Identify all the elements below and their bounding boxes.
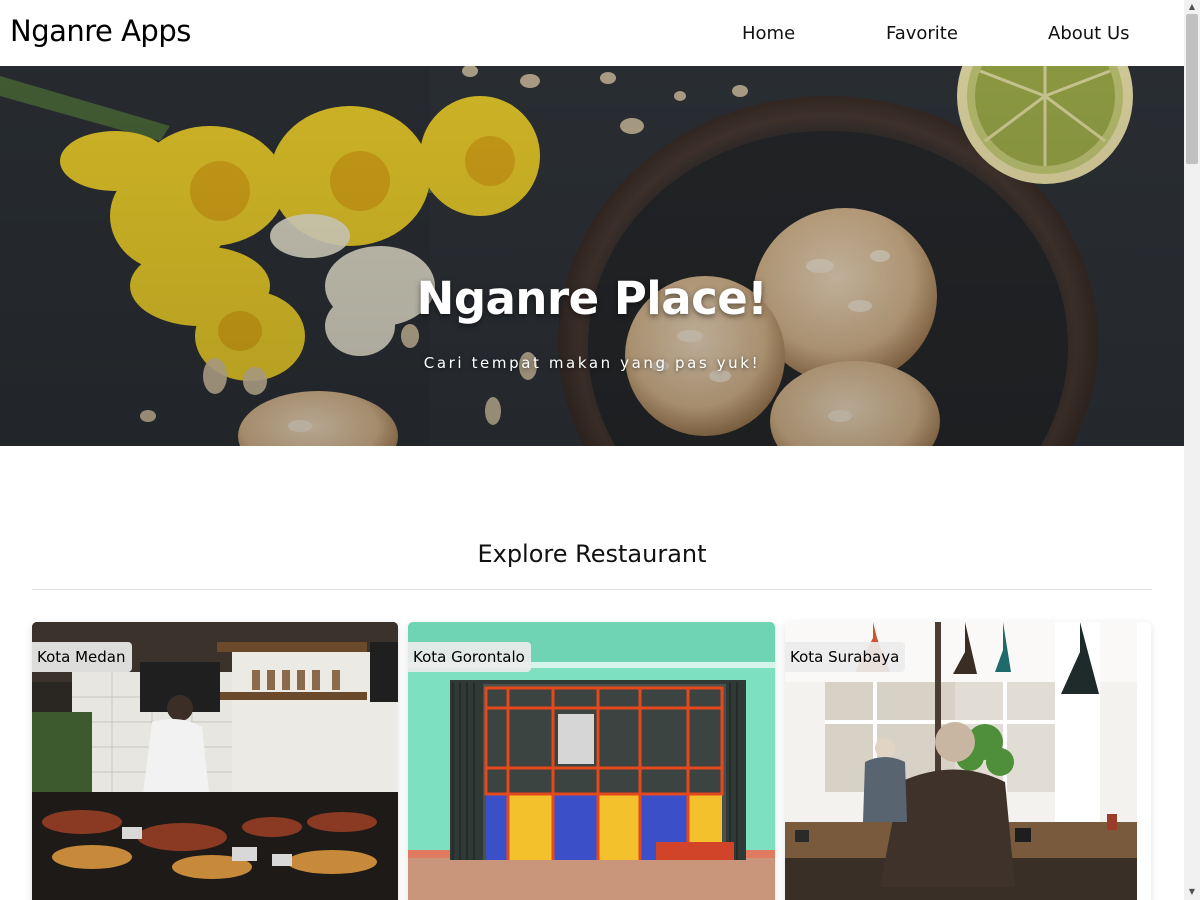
scrollbar-thumb[interactable]	[1186, 14, 1198, 164]
hero-subtitle: Cari tempat makan yang pas yuk!	[423, 354, 761, 372]
explore-title: Explore Restaurant	[477, 540, 707, 568]
nav-home-link[interactable]: Home	[742, 23, 795, 44]
section-divider	[32, 589, 1152, 590]
restaurant-city-label: Kota Medan	[32, 642, 132, 672]
restaurant-card[interactable]: Kota Surabaya	[785, 622, 1151, 900]
app-header: Nganre Apps Home Favorite About Us	[0, 0, 1184, 66]
hero-title: Nganre Place!	[416, 272, 768, 325]
restaurant-card[interactable]: Kota Medan	[32, 622, 398, 900]
nav-about-link[interactable]: About Us	[1048, 23, 1130, 44]
scroll-up-arrow-icon[interactable]: ▲	[1186, 1, 1198, 13]
hero-background-image	[0, 66, 1184, 446]
restaurant-city-label: Kota Gorontalo	[408, 642, 531, 672]
restaurant-card[interactable]: Kota Gorontalo	[408, 622, 775, 900]
app-logo[interactable]: Nganre Apps	[10, 14, 191, 48]
nav-favorite-link[interactable]: Favorite	[886, 23, 958, 44]
restaurant-city-label: Kota Surabaya	[785, 642, 906, 672]
scroll-down-arrow-icon[interactable]: ▼	[1186, 886, 1198, 898]
hero-banner: Nganre Place! Cari tempat makan yang pas…	[0, 66, 1184, 446]
